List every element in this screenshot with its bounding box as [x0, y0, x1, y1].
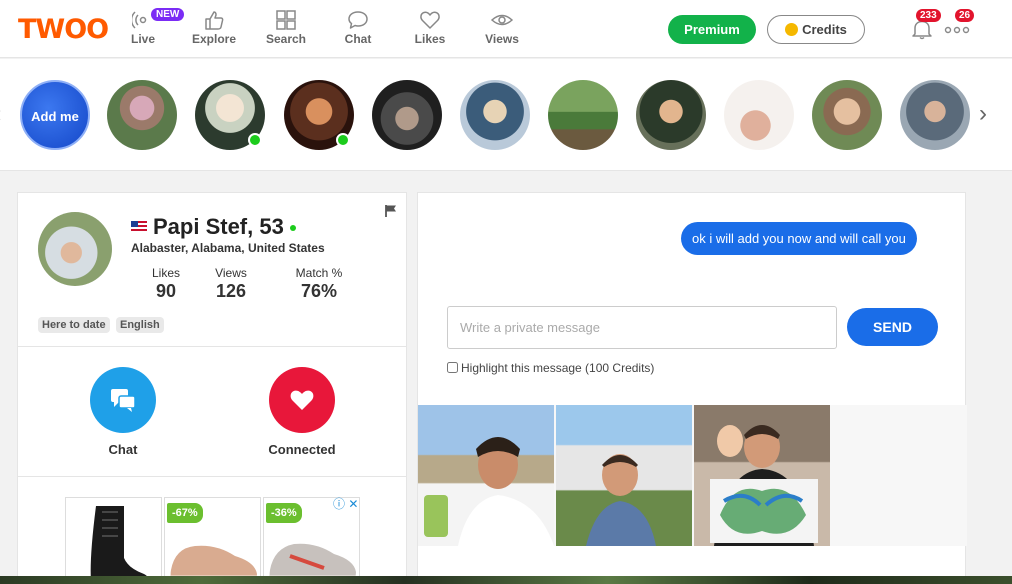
tag-language: English: [116, 317, 164, 333]
thumbs-up-icon: [205, 11, 224, 30]
photo-content: [424, 437, 554, 546]
ad-product-boot[interactable]: [65, 497, 162, 584]
story-avatar[interactable]: [372, 80, 442, 150]
divider: [18, 476, 406, 477]
highlight-checkbox[interactable]: [447, 362, 458, 373]
story-avatar[interactable]: [548, 80, 618, 150]
stat-likes-value: 90: [155, 281, 177, 301]
more-count-badge: 26: [955, 9, 975, 22]
stories-row: ‹ Add me ›: [0, 59, 1012, 171]
online-status-dot: [248, 133, 262, 147]
nav-item-explore[interactable]: Explore: [184, 10, 244, 46]
advertisement-banner[interactable]: -67% -36% ⓘ ✕: [65, 497, 361, 584]
photo-content: [710, 425, 818, 546]
chat-bubbles-icon: [111, 389, 136, 412]
twoo-logo[interactable]: TWOO: [18, 14, 109, 45]
nav-label-live: Live: [130, 32, 155, 46]
stat-views: Views 126: [211, 266, 251, 302]
top-navigation-bar: TWOO Live NEW Explore Search Chat Likes …: [0, 0, 1012, 58]
highlight-label: Highlight this message (100 Credits): [461, 361, 655, 375]
story-avatar[interactable]: [636, 80, 706, 150]
nav-label-chat: Chat: [344, 32, 372, 46]
online-status-dot: [336, 133, 350, 147]
private-message-input[interactable]: [447, 306, 837, 349]
profile-location: Alabaster, Alabama, United States: [131, 241, 325, 255]
message-bubble-sent: ok i will add you now and will call you: [681, 222, 917, 255]
profile-card: Papi Stef, 53 Alabaster, Alabama, United…: [17, 192, 407, 584]
stat-match: Match % 76%: [288, 266, 350, 302]
nav-item-chat[interactable]: Chat: [328, 10, 388, 46]
notifications-button[interactable]: 233: [910, 9, 941, 45]
discount-tag: -36%: [266, 503, 302, 523]
premium-button[interactable]: Premium: [668, 15, 756, 44]
us-flag-icon: [131, 221, 147, 232]
background-strip: [0, 576, 1012, 584]
chat-action-label: Chat: [108, 442, 138, 457]
connected-action-button[interactable]: Connected: [262, 367, 342, 457]
more-dots-icon: [944, 26, 970, 34]
profile-name: Papi Stef, 53: [153, 214, 284, 239]
chat-action-button[interactable]: Chat: [83, 367, 163, 457]
divider: [18, 346, 406, 347]
report-button[interactable]: [384, 204, 398, 223]
ad-product-shoe-1[interactable]: -67%: [164, 497, 261, 584]
tag-here-to-date: Here to date: [38, 317, 110, 333]
chevron-left-icon[interactable]: ‹: [0, 101, 1, 127]
stat-views-value: 126: [215, 281, 247, 301]
notifications-count-badge: 233: [916, 9, 941, 22]
gallery-photo[interactable]: [694, 405, 830, 546]
nav-label-search: Search: [265, 32, 307, 46]
flag-icon: [385, 205, 396, 217]
heart-icon: [420, 11, 440, 29]
profile-avatar[interactable]: [38, 212, 112, 286]
add-me-button[interactable]: Add me: [20, 80, 90, 150]
story-avatar[interactable]: [724, 80, 794, 150]
story-avatar[interactable]: [460, 80, 530, 150]
ad-info-close-icons[interactable]: ⓘ ✕: [333, 495, 358, 512]
story-avatar[interactable]: [812, 80, 882, 150]
grid-icon: [276, 10, 296, 30]
credits-button[interactable]: Credits: [767, 15, 865, 44]
gallery-photo[interactable]: [418, 405, 554, 546]
nav-label-views: Views: [485, 32, 519, 46]
story-avatar[interactable]: [900, 80, 970, 150]
story-avatar[interactable]: [107, 80, 177, 150]
discount-tag: -67%: [167, 503, 203, 523]
connected-action-label: Connected: [268, 442, 336, 457]
stat-likes: Likes 90: [146, 266, 186, 302]
eye-icon: [491, 14, 513, 26]
chat-bubble-icon: [348, 11, 368, 29]
lightning-coin-icon: [785, 23, 799, 36]
chevron-right-icon[interactable]: ›: [979, 100, 987, 128]
online-indicator: [289, 225, 296, 231]
stat-match-title: Match %: [295, 266, 343, 280]
gallery-photo[interactable]: [556, 405, 692, 546]
boot-image: [90, 506, 151, 584]
more-menu-button[interactable]: 26: [944, 9, 975, 41]
stat-match-value: 76%: [300, 281, 338, 301]
connected-action-circle[interactable]: [269, 367, 335, 433]
send-button[interactable]: SEND: [847, 308, 938, 346]
nav-item-views[interactable]: Views: [472, 10, 532, 46]
nav-item-search[interactable]: Search: [256, 10, 316, 46]
nav-item-likes[interactable]: Likes: [400, 10, 460, 46]
heart-filled-icon: [290, 390, 314, 410]
chat-action-circle[interactable]: [90, 367, 156, 433]
nav-label-explore: Explore: [191, 32, 236, 46]
nav-item-live[interactable]: Live NEW: [113, 8, 185, 46]
stat-likes-title: Likes: [151, 266, 180, 280]
nav-label-likes: Likes: [414, 32, 446, 46]
highlight-message-option[interactable]: Highlight this message (100 Credits): [447, 361, 654, 375]
new-badge: NEW: [151, 8, 185, 21]
chat-panel: ok i will add you now and will call you …: [417, 192, 967, 584]
credits-label: Credits: [802, 22, 847, 37]
stat-views-title: Views: [215, 266, 247, 280]
photo-gallery: [418, 405, 967, 546]
photo-content: [586, 454, 656, 546]
profile-name-line: Papi Stef, 53: [131, 214, 296, 240]
